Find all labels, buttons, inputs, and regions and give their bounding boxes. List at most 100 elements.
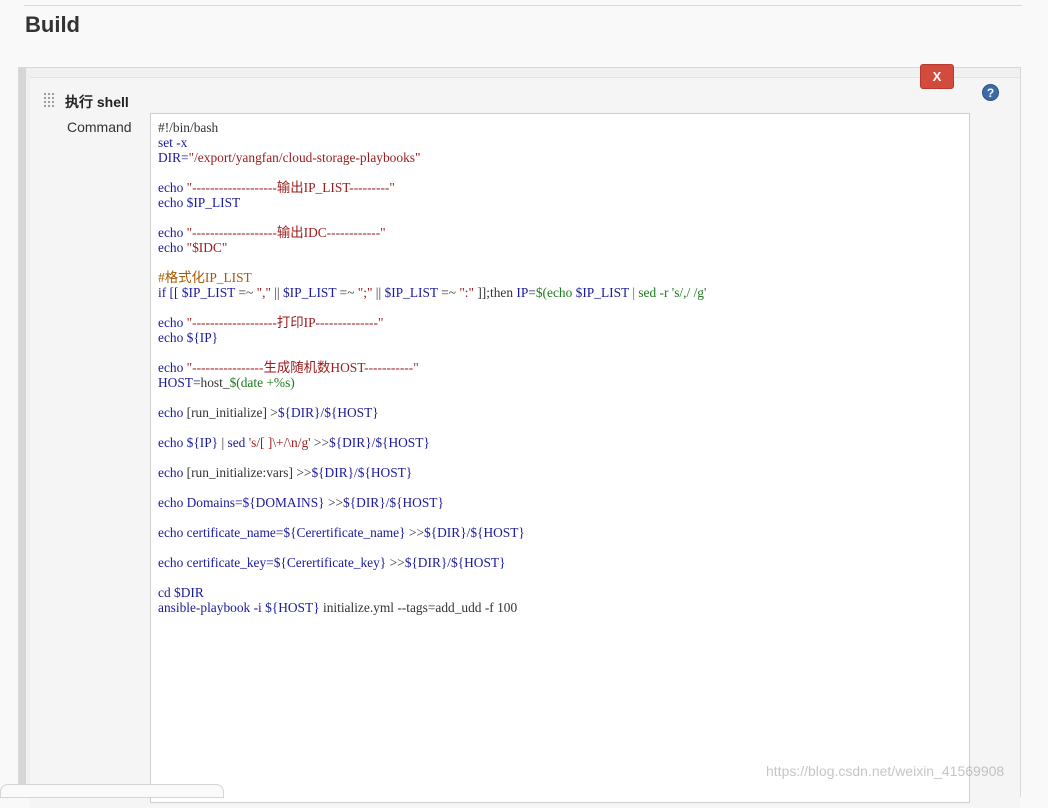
code-line: echo ${IP} | sed 's/[ ]\+/\n/g' >>${DIR}… [158, 435, 706, 450]
drag-handle-icon[interactable] [43, 92, 55, 109]
code-token: echo [158, 465, 187, 480]
code-token: ${DIR}/${HOST} [404, 555, 506, 570]
code-token: echo [158, 525, 187, 540]
code-token: >> [386, 555, 405, 570]
code-token: sed [227, 435, 249, 450]
build-step-leftbar [19, 68, 26, 796]
code-token: #格式化IP_LIST [158, 270, 252, 285]
code-line: HOST=host_$(date +%s) [158, 375, 706, 390]
top-divider [24, 5, 1022, 6]
code-token: ${DIR}/${HOST} [329, 435, 430, 450]
code-token: $(date +%s) [229, 375, 295, 390]
delete-step-button[interactable]: X [920, 64, 954, 89]
code-line: set -x [158, 135, 706, 150]
code-token: $IP_LIST [186, 195, 241, 210]
code-token: echo [158, 405, 187, 420]
code-line: echo "$IDC" [158, 240, 706, 255]
code-token: ${DIR}/${HOST} [424, 525, 525, 540]
command-code: #!/bin/bash set -x DIR="/export/yangfan/cl… [158, 120, 706, 615]
code-token: echo [158, 240, 187, 255]
code-token: =~ [336, 285, 358, 300]
code-token: ";" [357, 285, 373, 300]
code-token: 's/[ ]\+/\n/g' [248, 435, 311, 450]
code-token: $(echo [535, 285, 576, 300]
code-token: =~ [437, 285, 460, 300]
code-token: DIR= [158, 150, 189, 165]
code-token: set -x [158, 135, 188, 150]
code-line: ​ [158, 210, 706, 225]
code-line: ​ [158, 255, 706, 270]
build-step-title: 执行 shell [65, 94, 129, 110]
section-title: Build [25, 12, 80, 37]
code-token: if [[ [158, 285, 182, 300]
code-token: | sed -r 's/,/ /g' [628, 285, 707, 300]
code-line: echo Domains=${DOMAINS} >>${DIR}/${HOST} [158, 495, 706, 510]
code-token: ":" [459, 285, 474, 300]
code-token: #!/bin/bash [158, 120, 219, 135]
code-token: >> [405, 525, 425, 540]
code-line: echo "----------------生成随机数HOST---------… [158, 360, 706, 375]
code-line: echo "-------------------输出IDC----------… [158, 225, 706, 240]
code-token: || [372, 285, 385, 300]
help-icon[interactable]: ? [982, 84, 999, 101]
code-token: $IP_LIST [384, 285, 438, 300]
code-line: DIR="/export/yangfan/cloud-storage-playb… [158, 150, 706, 165]
code-token: [run_initialize] > [186, 405, 278, 420]
code-line: cd $DIR [158, 585, 706, 600]
code-line: echo ${IP} [158, 330, 706, 345]
watermark: https://blog.csdn.net/weixin_41569908 [766, 763, 1005, 779]
code-token: $DIR [174, 585, 204, 600]
code-line: echo "-------------------打印IP-----------… [158, 315, 706, 330]
code-token: echo [158, 330, 187, 345]
code-line: #!/bin/bash [158, 120, 706, 135]
code-token: >> [310, 435, 330, 450]
code-token: echo [158, 555, 187, 570]
code-token: "$IDC" [186, 240, 228, 255]
code-line: echo "-------------------输出IP_LIST------… [158, 180, 706, 195]
command-label: Command [67, 119, 132, 135]
code-token: ${DIR}/${HOST} [343, 495, 444, 510]
code-line: ​ [158, 570, 706, 585]
code-token: HOST= [158, 375, 201, 390]
code-line: ​ [158, 450, 706, 465]
code-line: echo [run_initialize:vars] >>${DIR}/${HO… [158, 465, 706, 480]
code-token: "-------------------输出IDC------------" [186, 225, 386, 240]
code-token: $IP_LIST [282, 285, 337, 300]
code-token: echo [158, 180, 187, 195]
code-token: ]];then [474, 285, 517, 300]
code-line: if [[ $IP_LIST =~ "," || $IP_LIST =~ ";"… [158, 285, 706, 300]
code-token: "----------------生成随机数HOST-----------" [186, 360, 419, 375]
code-token: echo [158, 225, 187, 240]
code-line: echo certificate_name=${Cerertificate_na… [158, 525, 706, 540]
code-token: ansible-playbook -i ${HOST} [158, 600, 320, 615]
code-token: =~ [235, 285, 257, 300]
code-token: "/export/yangfan/cloud-storage-playbooks… [188, 150, 421, 165]
code-line: #格式化IP_LIST [158, 270, 706, 285]
code-token: [run_initialize:vars] >> [186, 465, 312, 480]
code-line: echo [run_initialize] >${DIR}/${HOST} [158, 405, 706, 420]
code-token: echo [158, 315, 187, 330]
bottom-tab [0, 784, 224, 798]
code-line: ​ [158, 345, 706, 360]
code-token: echo [158, 435, 187, 450]
code-token: cd [158, 585, 174, 600]
code-token: echo [158, 360, 187, 375]
code-token: certificate_name=${Cerertificate_name} [186, 525, 406, 540]
command-textarea[interactable]: #!/bin/bash set -x DIR="/export/yangfan/cl… [150, 113, 970, 803]
code-token: || [270, 285, 283, 300]
code-token: $IP_LIST [575, 285, 629, 300]
code-token: "-------------------打印IP--------------" [186, 315, 384, 330]
code-line: ​ [158, 300, 706, 315]
code-token: $IP_LIST [181, 285, 236, 300]
code-token: Domains=${DOMAINS} [186, 495, 325, 510]
code-token: certificate_key=${Cerertificate_key} [186, 555, 387, 570]
code-token: echo [158, 195, 187, 210]
code-token: IP= [516, 285, 536, 300]
code-token: echo [158, 495, 187, 510]
code-token: | [218, 435, 228, 450]
code-line: ​ [158, 480, 706, 495]
code-token: ${DIR}/${HOST} [277, 405, 379, 420]
code-line: echo certificate_key=${Cerertificate_key… [158, 555, 706, 570]
code-line: ​ [158, 420, 706, 435]
code-token: "-------------------输出IP_LIST---------" [186, 180, 395, 195]
